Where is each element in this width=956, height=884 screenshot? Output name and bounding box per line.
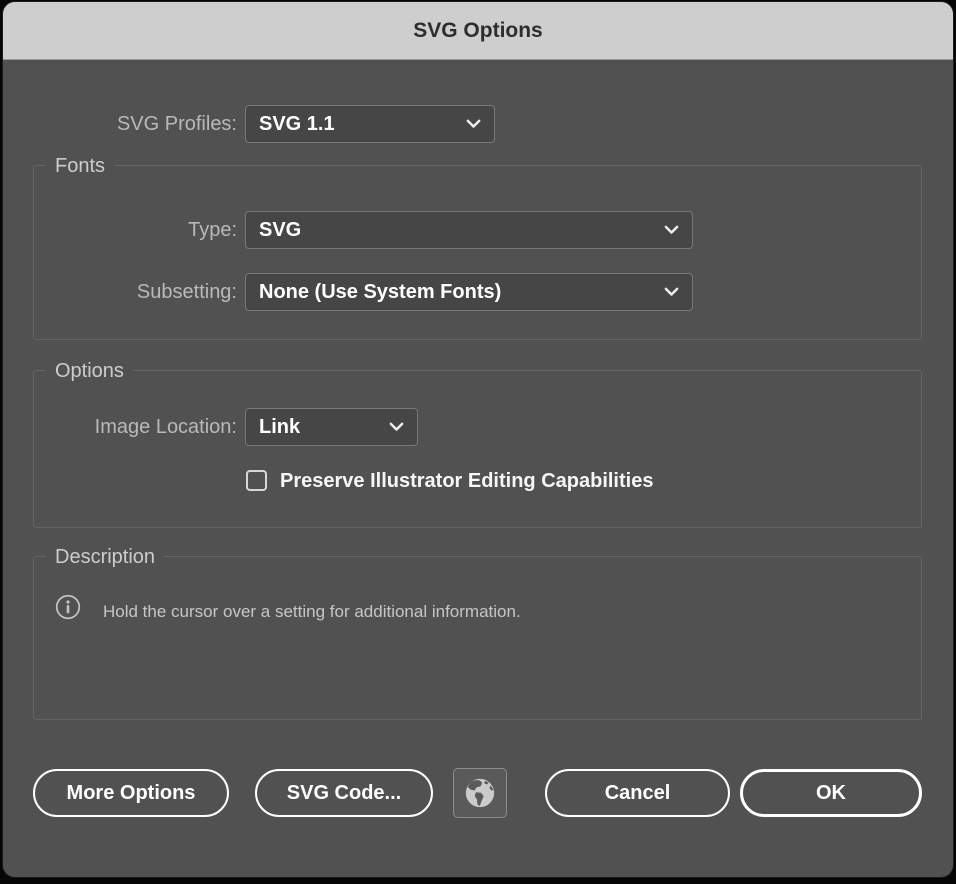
description-group-legend: Description (46, 542, 164, 572)
chevron-down-icon (664, 225, 679, 235)
screenshot-root: { "window": { "title": "SVG Options" }, … (0, 0, 956, 884)
options-group-legend: Options (46, 356, 133, 386)
description-text: Hold the cursor over a setting for addit… (103, 600, 521, 624)
description-group: Description (33, 556, 922, 720)
more-options-button[interactable]: More Options (33, 769, 229, 817)
font-subsetting-label: Subsetting: (3, 273, 237, 311)
svg-code-button-label: SVG Code... (287, 782, 401, 805)
dialog-titlebar[interactable]: SVG Options (3, 2, 953, 60)
cancel-button[interactable]: Cancel (545, 769, 730, 817)
cancel-button-label: Cancel (605, 782, 671, 805)
info-icon (55, 594, 81, 625)
chevron-down-icon (664, 287, 679, 297)
font-type-value: SVG (259, 219, 301, 242)
preserve-editing-checkbox-label[interactable]: Preserve Illustrator Editing Capabilitie… (280, 469, 653, 493)
dialog-title: SVG Options (413, 19, 543, 43)
chevron-down-icon (389, 422, 404, 432)
svg-code-button[interactable]: SVG Code... (255, 769, 433, 817)
more-options-button-label: More Options (67, 782, 196, 805)
font-type-select[interactable]: SVG (245, 211, 693, 249)
svg-options-dialog: SVG Options SVG Profiles: SVG 1.1 Fonts … (3, 2, 953, 877)
font-subsetting-value: None (Use System Fonts) (259, 281, 501, 304)
fonts-group-legend: Fonts (46, 151, 114, 181)
options-group: Options (33, 370, 922, 528)
image-location-label: Image Location: (3, 408, 237, 446)
chevron-down-icon (466, 119, 481, 129)
font-type-label: Type: (3, 211, 237, 249)
image-location-select[interactable]: Link (245, 408, 418, 446)
fonts-group: Fonts (33, 165, 922, 340)
font-subsetting-select[interactable]: None (Use System Fonts) (245, 273, 693, 311)
web-preview-button[interactable] (453, 768, 507, 818)
svg-profiles-label: SVG Profiles: (3, 105, 237, 143)
ok-button-label: OK (816, 782, 846, 805)
image-location-value: Link (259, 416, 300, 439)
ok-button[interactable]: OK (740, 769, 922, 817)
svg-profiles-select[interactable]: SVG 1.1 (245, 105, 495, 143)
preserve-editing-checkbox[interactable] (246, 470, 267, 491)
svg-profiles-value: SVG 1.1 (259, 113, 335, 136)
globe-icon (463, 776, 497, 810)
